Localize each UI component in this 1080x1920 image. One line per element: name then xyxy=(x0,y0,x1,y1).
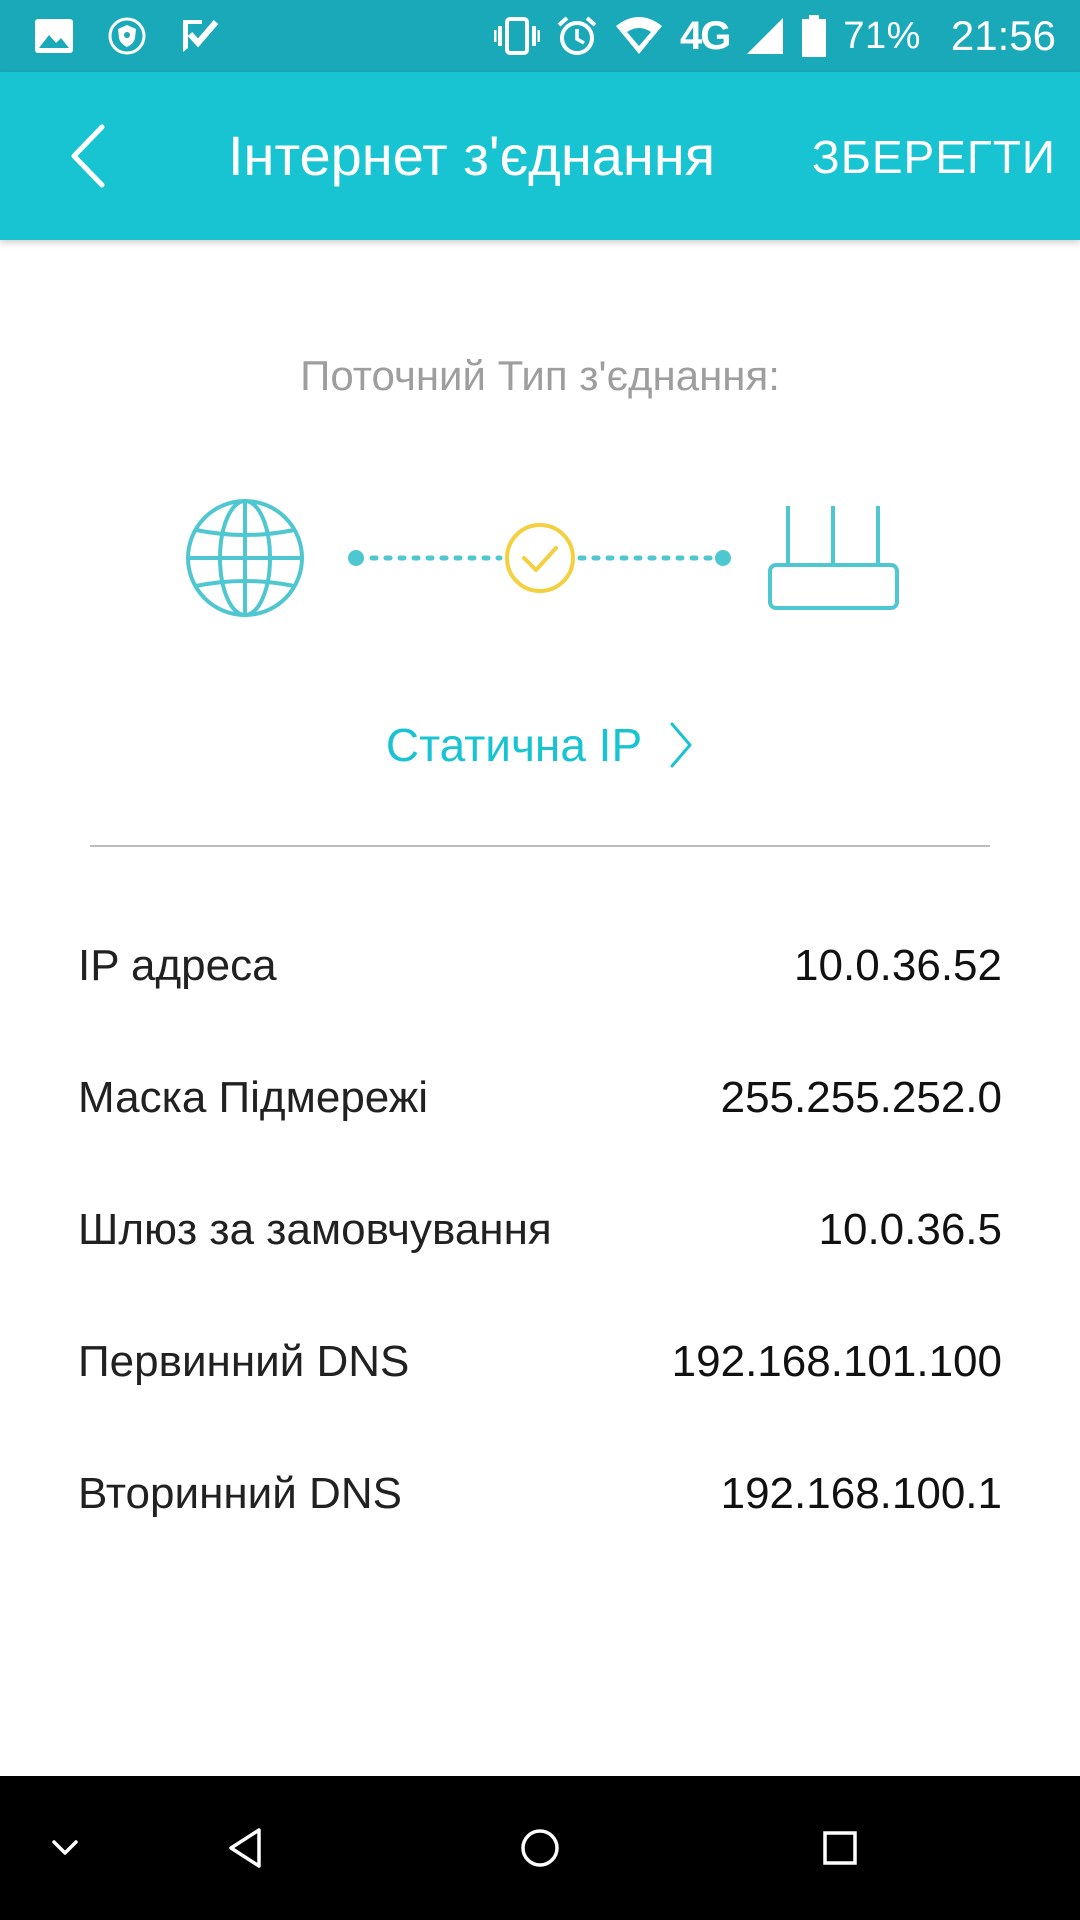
signal-icon xyxy=(747,18,784,54)
secondary-dns-label: Вторинний DNS xyxy=(78,1469,402,1518)
status-bar: 4G 71% 21:56 xyxy=(0,0,1080,72)
chevron-left-icon xyxy=(71,124,105,188)
collapse-icon xyxy=(52,1840,78,1855)
setting-row-secondary-dns[interactable]: Вторинний DNS 192.168.100.1 xyxy=(78,1428,1002,1560)
divider xyxy=(90,845,990,847)
network-type: 4G xyxy=(679,13,731,58)
shield-icon xyxy=(108,17,146,55)
collapse-button[interactable] xyxy=(30,1776,100,1920)
connection-type-value: Статична IP xyxy=(385,719,643,771)
app-bar: Інтернет з'єднання ЗБЕРЕГТИ xyxy=(0,72,1080,240)
save-button[interactable]: ЗБЕРЕГТИ xyxy=(812,128,1056,186)
connection-diagram xyxy=(186,499,899,617)
subnet-mask-label: Маска Підмережі xyxy=(78,1073,428,1122)
ip-address-label: IP адреса xyxy=(78,941,277,990)
setting-row-ip-address[interactable]: IP адреса 10.0.36.52 xyxy=(78,900,1002,1032)
subnet-mask-value: 255.255.252.0 xyxy=(720,1073,1002,1122)
battery-percent: 71% xyxy=(843,14,921,57)
vibrate-icon xyxy=(493,17,540,55)
default-gateway-value: 10.0.36.5 xyxy=(818,1205,1003,1254)
setting-row-default-gateway[interactable]: Шлюз за замовчування 10.0.36.5 xyxy=(78,1164,1002,1296)
settings-list: IP адреса 10.0.36.52 Маска Підмережі 255… xyxy=(78,900,1002,1560)
wifi-icon xyxy=(615,17,662,54)
navigation-bar xyxy=(0,1776,1080,1920)
home-icon xyxy=(521,1829,559,1867)
primary-dns-label: Первинний DNS xyxy=(78,1337,410,1386)
current-connection-type-label: Поточний Тип з'єднання: xyxy=(300,352,780,399)
nav-recents-button[interactable] xyxy=(800,1776,880,1920)
back-button[interactable] xyxy=(52,118,124,194)
ip-address-value: 10.0.36.52 xyxy=(794,941,1002,990)
primary-dns-value: 192.168.101.100 xyxy=(671,1337,1002,1386)
page-title: Інтернет з'єднання xyxy=(228,124,716,187)
chevron-right-icon xyxy=(670,722,692,768)
back-icon xyxy=(229,1828,261,1868)
router-icon xyxy=(768,506,899,610)
image-icon xyxy=(35,19,73,53)
setting-row-subnet-mask[interactable]: Маска Підмережі 255.255.252.0 xyxy=(78,1032,1002,1164)
setting-row-primary-dns[interactable]: Первинний DNS 192.168.101.100 xyxy=(78,1296,1002,1428)
globe-icon xyxy=(186,499,304,617)
nav-back-button[interactable] xyxy=(205,1776,285,1920)
recents-icon xyxy=(823,1831,857,1865)
default-gateway-label: Шлюз за замовчування xyxy=(78,1205,552,1254)
alarm-icon xyxy=(557,16,597,55)
clock: 21:56 xyxy=(950,12,1056,59)
check-circle-icon xyxy=(505,523,575,593)
check-icon xyxy=(183,20,219,52)
battery-icon xyxy=(802,15,827,57)
connection-type-selector[interactable]: Статична IP xyxy=(0,718,1080,772)
secondary-dns-value: 192.168.100.1 xyxy=(720,1469,1002,1518)
nav-home-button[interactable] xyxy=(500,1776,580,1920)
